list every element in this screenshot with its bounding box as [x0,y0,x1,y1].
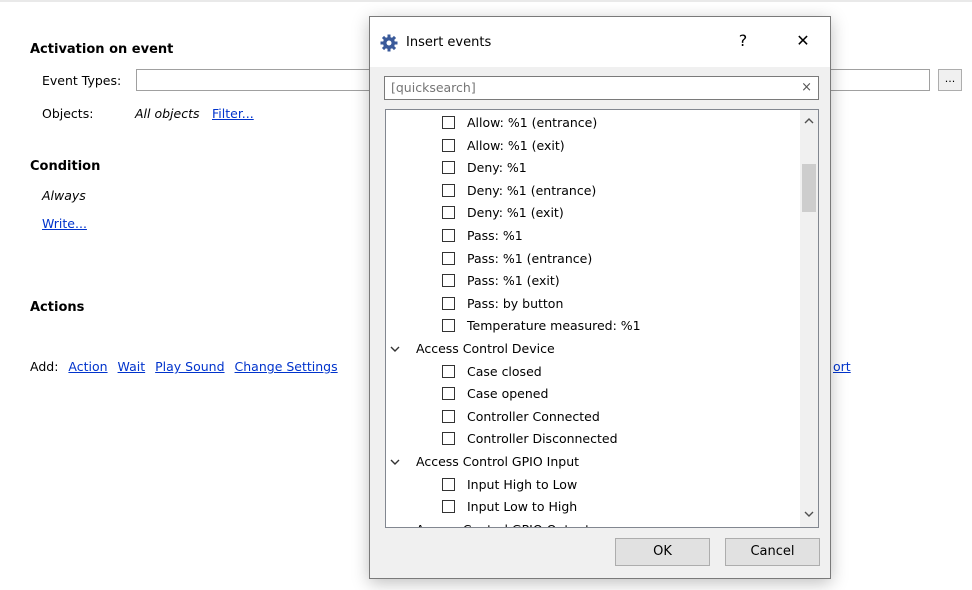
add-report-link-partial[interactable]: ort [833,359,851,374]
event-checkbox[interactable] [442,206,455,220]
top-divider [0,0,972,2]
event-checkbox[interactable] [442,319,455,333]
event-types-label: Event Types: [42,73,122,88]
insert-events-dialog: Insert events ? ✕ × Allow: %1 (entrance)… [369,16,831,579]
tree-group-label: Access Control GPIO Output [416,519,590,527]
close-button[interactable]: ✕ [788,29,818,53]
quicksearch-box: × [384,76,819,100]
gear-icon [380,34,398,52]
event-checkbox[interactable] [442,477,455,491]
scrollbar-thumb[interactable] [802,164,816,212]
event-checkbox[interactable] [442,116,455,129]
event-checkbox[interactable] [442,500,455,514]
event-checkbox[interactable] [442,229,455,242]
tree-group-label: Access Control GPIO Input [416,454,580,469]
event-label: Input High to Low [467,476,578,492]
chevron-down-icon[interactable] [390,519,400,527]
event-label: Pass: %1 [467,228,523,243]
write-condition-link[interactable]: Write... [42,216,87,231]
tree-scrollbar[interactable] [800,110,818,527]
add-label: Add: [30,359,59,374]
tree-group-label: Access Control Device [416,341,555,356]
chevron-up-icon[interactable] [800,114,818,132]
chevron-down-icon[interactable] [800,507,818,525]
condition-heading: Condition [30,159,101,174]
event-label: Case opened [467,386,549,402]
event-label: Temperature measured: %1 [467,318,641,334]
event-label: Pass: %1 (exit) [467,273,560,289]
chevron-down-icon[interactable] [390,451,400,481]
event-tree: Allow: %1 (entrance) Allow: %1 (exit) Deny… [385,109,819,528]
event-label: Case closed [467,363,542,379]
event-label: Controller Disconnected [467,431,618,447]
condition-value: Always [42,188,86,203]
event-checkbox[interactable] [442,183,455,197]
add-actions-bar: Add: Action Wait Play Sound Change Setti… [30,359,344,374]
event-checkbox[interactable] [442,251,455,265]
objects-value: All objects [135,106,200,121]
quicksearch-input[interactable] [391,80,791,95]
event-label: Pass: by button [467,295,564,311]
event-checkbox[interactable] [442,387,455,401]
event-checkbox[interactable] [442,161,455,175]
event-checkbox[interactable] [442,432,455,446]
dialog-title: Insert events [406,35,492,50]
help-button[interactable]: ? [728,29,758,53]
event-checkbox[interactable] [442,274,455,288]
add-wait-link[interactable]: Wait [118,359,146,374]
event-label: Controller Connected [467,408,600,424]
event-label: Deny: %1 (entrance) [467,182,597,198]
event-label: Pass: %1 (entrance) [467,250,593,266]
objects-label: Objects: [42,106,94,121]
event-label: Input Low to High [467,499,578,515]
event-checkbox[interactable] [442,409,455,423]
clear-search-icon[interactable]: × [801,80,812,95]
event-label: Deny: %1 [467,160,527,176]
actions-heading: Actions [30,300,85,315]
activation-heading: Activation on event [30,42,174,57]
add-play-sound-link[interactable]: Play Sound [155,359,224,374]
ok-button[interactable]: OK [615,538,710,566]
event-label: Deny: %1 (exit) [467,205,564,221]
event-checkbox[interactable] [442,296,455,310]
filter-link[interactable]: Filter... [212,106,254,121]
event-label: Allow: %1 (exit) [467,137,565,153]
dialog-titlebar: Insert events ? ✕ [370,17,830,67]
event-types-browse-button[interactable]: ... [938,69,962,91]
event-checkbox[interactable] [442,138,455,152]
event-label: Allow: %1 (entrance) [467,115,598,130]
cancel-button[interactable]: Cancel [725,538,820,566]
event-checkbox[interactable] [442,364,455,378]
add-action-link[interactable]: Action [68,359,107,374]
add-change-settings-link[interactable]: Change Settings [235,359,338,374]
chevron-down-icon[interactable] [390,338,400,368]
